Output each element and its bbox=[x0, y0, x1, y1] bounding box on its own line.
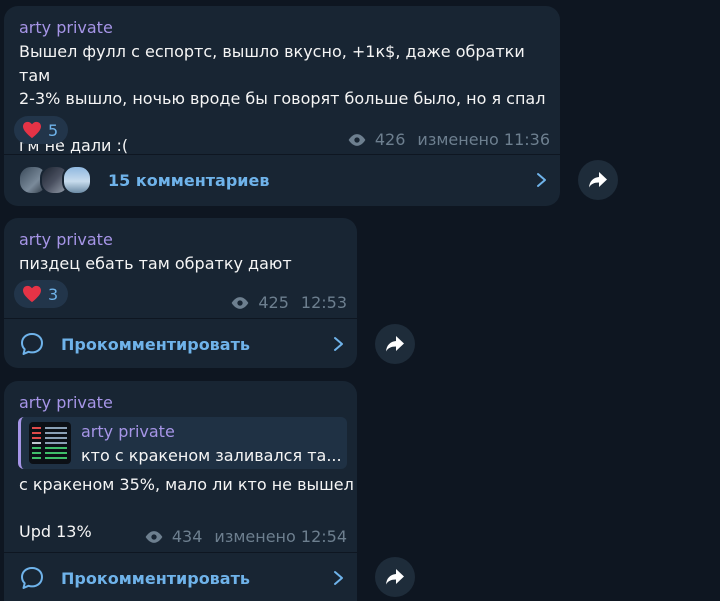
quote-author: arty private bbox=[81, 422, 175, 441]
commenter-avatars bbox=[18, 165, 92, 195]
comments-button[interactable]: 15 комментариев bbox=[4, 155, 560, 205]
quote-text: кто с кракеном заливался та... bbox=[81, 446, 342, 465]
comment-bubble-icon bbox=[21, 333, 43, 355]
eye-icon bbox=[232, 296, 249, 309]
comment-bubble-icon bbox=[21, 567, 43, 589]
comments-label: 15 комментариев bbox=[108, 170, 270, 190]
view-count: 425 bbox=[258, 293, 289, 312]
comments-label: Прокомментировать bbox=[61, 568, 250, 588]
reaction-badge[interactable]: 3 bbox=[14, 280, 69, 308]
chevron-right-icon bbox=[537, 173, 546, 187]
avatar bbox=[62, 165, 92, 195]
heart-icon bbox=[23, 285, 41, 303]
reply-quote[interactable]: arty private кто с кракеном заливался та… bbox=[18, 417, 347, 469]
reaction-count: 3 bbox=[48, 284, 59, 304]
view-count: 426 bbox=[374, 130, 406, 149]
share-icon bbox=[589, 172, 607, 188]
share-button[interactable] bbox=[375, 324, 415, 364]
comment-button[interactable]: Прокомментировать bbox=[4, 319, 357, 368]
channel-post: arty private Вышел фулл с еспортс, вышло… bbox=[4, 6, 560, 206]
post-meta: 426 изменено 11:36 bbox=[347, 130, 550, 149]
share-button[interactable] bbox=[578, 160, 618, 200]
eye-icon bbox=[348, 133, 366, 146]
comments-label: Прокомментировать bbox=[61, 334, 250, 354]
post-time: изменено 11:36 bbox=[417, 130, 550, 149]
post-text: пиздец ебать там обратку дают bbox=[19, 252, 292, 276]
post-text-line: 2-3% вышло, ночью вроде бы говорят больш… bbox=[19, 89, 546, 132]
reaction-count: 5 bbox=[48, 120, 59, 140]
post-author[interactable]: arty private bbox=[19, 230, 113, 249]
post-time: изменено 12:54 bbox=[214, 527, 347, 546]
reaction-badge[interactable]: 5 bbox=[14, 116, 69, 144]
channel-post: arty private arty private кто с кракеном… bbox=[4, 381, 357, 601]
post-time: 12:53 bbox=[300, 293, 347, 312]
post-meta: 425 12:53 bbox=[230, 293, 347, 312]
post-meta: 434 изменено 12:54 bbox=[144, 527, 347, 546]
comment-button[interactable]: Прокомментировать bbox=[4, 553, 357, 601]
post-text-line: с кракеном 35%, мало ли кто не вышел bbox=[19, 475, 354, 494]
post-text-line bbox=[19, 497, 354, 521]
thumbnail-image bbox=[32, 427, 67, 459]
view-count: 434 bbox=[171, 527, 203, 546]
share-icon bbox=[386, 336, 404, 352]
post-author[interactable]: arty private bbox=[19, 393, 113, 412]
post-author[interactable]: arty private bbox=[19, 18, 113, 37]
chevron-right-icon bbox=[334, 337, 343, 351]
quote-thumbnail bbox=[29, 422, 71, 464]
post-text-line: Вышел фулл с еспортс, вышло вкусно, +1к$… bbox=[19, 42, 525, 85]
share-icon bbox=[386, 569, 404, 585]
channel-post: arty private пиздец ебать там обратку да… bbox=[4, 218, 357, 368]
heart-icon bbox=[23, 121, 41, 139]
share-button[interactable] bbox=[375, 557, 415, 597]
eye-icon bbox=[145, 530, 163, 543]
chevron-right-icon bbox=[334, 571, 343, 585]
post-text-line: пиздец ебать там обратку дают bbox=[19, 254, 292, 273]
